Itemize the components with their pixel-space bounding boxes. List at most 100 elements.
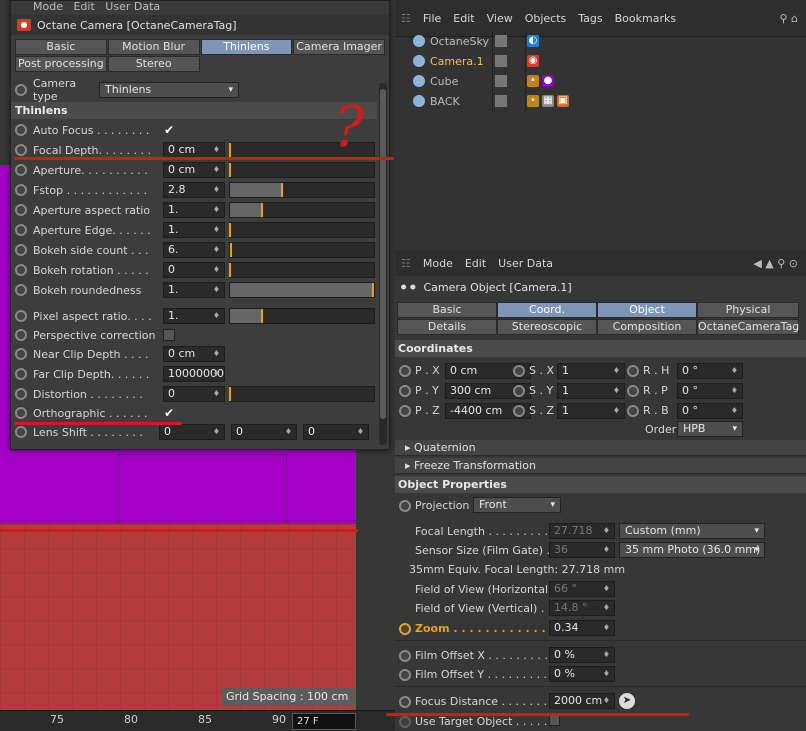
fov-horizontal-field[interactable]: 66 ° [549, 581, 615, 597]
tab-details[interactable]: Details [397, 319, 497, 335]
animate-icon[interactable] [15, 164, 27, 176]
animate-icon[interactable] [15, 426, 27, 438]
animate-icon[interactable] [15, 204, 27, 216]
param-field[interactable]: 10000000 [163, 366, 225, 382]
tab-physical[interactable]: Physical [697, 302, 799, 318]
focus-distance-field[interactable]: 2000 cm [549, 693, 615, 709]
slider-handle[interactable] [260, 309, 263, 323]
coord-animate-icon[interactable] [513, 385, 525, 397]
camera-type-dropdown[interactable]: Thinlens [99, 82, 239, 98]
param-checkbox[interactable]: ✔ [163, 124, 175, 136]
lens-shift-field[interactable]: 0 [303, 424, 369, 440]
object-visibility-flags[interactable] [492, 51, 526, 71]
film-offset-x-field[interactable]: 0 % [549, 647, 615, 663]
nav-arrows-icon[interactable]: ◀ ▲ ⚲ ⊙ [753, 257, 798, 270]
tag-icon[interactable]: • [527, 95, 539, 107]
slider-handle[interactable] [280, 183, 283, 197]
coord-animate-icon[interactable] [513, 365, 525, 377]
tab-motion-blur[interactable]: Motion Blur [107, 39, 200, 55]
slider-handle[interactable] [229, 143, 231, 157]
coord-field[interactable]: 0 ° [677, 403, 743, 419]
slider-handle[interactable] [229, 387, 231, 401]
param-field[interactable]: 0 cm [163, 162, 225, 178]
focal-length-preset-dropdown[interactable]: Custom (mm) [619, 523, 765, 539]
tag-icon[interactable]: ▣ [557, 95, 569, 107]
object-name[interactable]: BACK [413, 95, 460, 108]
param-field[interactable]: 0 cm [163, 346, 225, 362]
coord-field[interactable]: 1 [557, 403, 625, 419]
object-row[interactable]: Cube • ● [395, 71, 806, 91]
coord-field[interactable]: 0 ° [677, 363, 743, 379]
object-row[interactable]: BACK • ▦ ▣ [395, 91, 806, 111]
tab-stereo[interactable]: Stereo [107, 56, 200, 72]
search-icon[interactable]: ⚲ ⌂ [779, 12, 798, 25]
menu-edit[interactable]: Edit [73, 0, 94, 13]
param-field[interactable]: 0 [163, 386, 225, 402]
tag-icon[interactable]: ◐ [527, 35, 539, 47]
menu-bookmarks[interactable]: Bookmarks [615, 12, 676, 25]
fov-vertical-field[interactable]: 14.8 ° [549, 600, 615, 616]
film-offset-y-field[interactable]: 0 % [549, 666, 615, 682]
tab-coord[interactable]: Coord. [497, 302, 597, 318]
object-visibility-flags[interactable] [492, 71, 526, 91]
current-frame-field[interactable]: 27 F [292, 713, 356, 730]
menu-mode[interactable]: Mode [423, 257, 453, 270]
film-offset-y-animate-icon[interactable] [399, 669, 411, 681]
animate-icon[interactable] [15, 124, 27, 136]
animate-icon[interactable] [15, 244, 27, 256]
projection-dropdown[interactable]: Front [473, 497, 561, 513]
camera-type-animate-icon[interactable] [15, 84, 27, 96]
animate-icon[interactable] [15, 224, 27, 236]
coord-animate-icon[interactable] [627, 405, 639, 417]
object-visibility-flags[interactable] [492, 31, 526, 51]
coord-animate-icon[interactable] [399, 365, 411, 377]
tag-panel-scrollbar[interactable] [379, 83, 387, 445]
menu-user-data[interactable]: User Data [498, 257, 553, 270]
coord-field[interactable]: 1 [557, 383, 625, 399]
animate-icon[interactable] [15, 264, 27, 276]
order-dropdown[interactable]: HPB [677, 421, 743, 437]
film-offset-x-animate-icon[interactable] [399, 650, 411, 662]
menu-view[interactable]: View [487, 12, 513, 25]
param-slider[interactable] [229, 162, 375, 178]
lens-shift-field[interactable]: 0 [231, 424, 297, 440]
tab-camera-imager[interactable]: Camera Imager [293, 39, 385, 55]
param-checkbox[interactable] [163, 329, 175, 341]
animate-icon[interactable] [15, 348, 27, 360]
coord-animate-icon[interactable] [399, 405, 411, 417]
slider-handle[interactable] [371, 283, 374, 297]
freeze-transformation-group[interactable]: ▸ Freeze Transformation [395, 458, 806, 474]
object-row[interactable]: Camera.1 ◉ [395, 51, 806, 71]
zoom-field[interactable]: 0.34 [549, 620, 615, 636]
param-field[interactable]: 1. [163, 222, 225, 238]
animate-icon[interactable] [15, 144, 27, 156]
coord-field[interactable]: 1 [557, 363, 625, 379]
menu-edit[interactable]: Edit [465, 257, 486, 270]
animate-icon[interactable] [15, 329, 27, 341]
slider-handle[interactable] [229, 223, 231, 237]
tag-icon[interactable]: • [527, 75, 539, 87]
object-name[interactable]: OctaneSky [413, 35, 489, 48]
scroll-thumb[interactable] [380, 89, 386, 419]
animate-icon[interactable] [15, 368, 27, 380]
zoom-animate-icon[interactable] [399, 623, 411, 635]
slider-handle[interactable] [230, 243, 233, 257]
menu-mode[interactable]: Mode [33, 0, 63, 13]
menu-objects[interactable]: Objects [525, 12, 567, 25]
slider-handle[interactable] [229, 163, 231, 177]
tab-basic[interactable]: Basic [15, 39, 107, 55]
coord-animate-icon[interactable] [627, 385, 639, 397]
tag-icon[interactable]: ▦ [542, 95, 554, 107]
animate-icon[interactable] [15, 388, 27, 400]
tab-post-processing[interactable]: Post processing [15, 56, 107, 72]
object-visibility-flags[interactable] [492, 91, 526, 111]
menu-user-data[interactable]: User Data [105, 0, 160, 13]
tab-basic[interactable]: Basic [397, 302, 497, 318]
slider-handle[interactable] [260, 203, 263, 217]
param-field[interactable]: 2.8 [163, 182, 225, 198]
param-field[interactable]: 1. [163, 308, 225, 324]
tab-object[interactable]: Object [597, 302, 697, 318]
param-slider[interactable] [229, 202, 375, 218]
param-slider[interactable] [229, 222, 375, 238]
param-field[interactable]: 0 [163, 262, 225, 278]
